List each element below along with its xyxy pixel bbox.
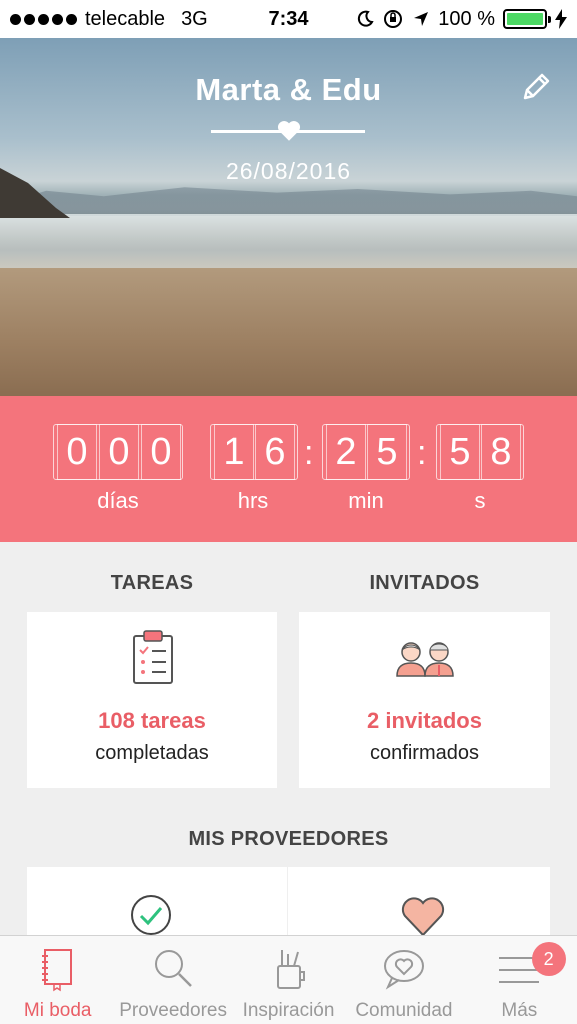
wedding-date: 26/08/2016	[225, 158, 352, 184]
days-digit: 0	[99, 424, 139, 480]
pencil-cup-icon	[276, 950, 305, 989]
heart-icon	[401, 897, 445, 935]
notification-badge: 2	[531, 942, 566, 976]
seconds-label: s	[474, 488, 486, 513]
tasks-status: completadas	[95, 742, 209, 764]
minutes-digit: 5	[367, 424, 407, 480]
colon-separator: :	[417, 434, 427, 472]
days-digit: 0	[57, 424, 97, 480]
hours-digit: 6	[255, 424, 295, 480]
minutes-label: min	[348, 488, 384, 513]
days-digit: 0	[141, 424, 181, 480]
vendors-booked-card[interactable]	[27, 867, 287, 935]
tab-label: Comunidad	[355, 1000, 453, 1021]
photo-sea	[0, 214, 577, 274]
tab-label: Mi boda	[23, 1000, 92, 1021]
hero-cover-photo: Marta & Edu 26/08/2016	[0, 38, 577, 396]
guests-couple-icon	[396, 642, 454, 677]
check-circle-icon	[131, 895, 171, 935]
network-type: 3G	[181, 7, 208, 30]
vendors-favorites-card[interactable]	[288, 867, 550, 935]
charging-bolt-icon	[555, 9, 567, 29]
tab-bar: Mi boda Proveedores Inspiración Comunida…	[0, 935, 577, 1024]
guests-count: 2 invitados	[367, 708, 482, 733]
clipboard-checklist-icon	[133, 630, 173, 684]
moon-icon	[358, 10, 374, 27]
photo-hills	[0, 187, 577, 216]
status-left: telecable 3G	[10, 8, 208, 31]
tab-comunidad[interactable]: Comunidad	[346, 936, 461, 1024]
carrier-name: telecable	[85, 7, 166, 30]
signal-strength-icon	[10, 13, 77, 25]
minutes-digit: 2	[326, 424, 366, 480]
colon-separator: :	[304, 434, 314, 472]
location-arrow-icon	[414, 12, 429, 26]
couple-names: Marta & Edu	[195, 72, 382, 107]
tab-proveedores[interactable]: Proveedores	[115, 936, 230, 1024]
tasks-card[interactable]: 108 tareas completadas	[27, 612, 277, 788]
tab-inspiracion[interactable]: Inspiración	[231, 936, 346, 1024]
rotation-lock-icon	[384, 10, 403, 28]
battery-percentage: 100 %	[438, 7, 495, 30]
chat-heart-icon	[383, 950, 424, 990]
battery-icon	[503, 9, 551, 29]
photo-sand	[0, 268, 577, 396]
tab-label: Inspiración	[242, 1000, 335, 1021]
tab-label: Más	[501, 1000, 538, 1021]
hours-label: hrs	[237, 488, 269, 513]
heart-icon	[277, 121, 301, 141]
tab-mi-boda[interactable]: Mi boda	[0, 936, 115, 1024]
status-bar: telecable 3G 7:34 100 %	[0, 0, 577, 38]
countdown: 0 0 0 días 1 6 hrs : 2 5 min : 5 8 s	[0, 396, 577, 542]
search-icon	[155, 950, 192, 987]
edit-pencil-icon[interactable]	[519, 70, 553, 104]
hours-digit: 1	[214, 424, 254, 480]
status-right: 100 %	[356, 8, 567, 31]
tab-label: Proveedores	[119, 1000, 227, 1021]
guests-status: confirmados	[370, 742, 479, 764]
notebook-icon	[41, 949, 72, 992]
guests-card[interactable]: 2 invitados confirmados	[299, 612, 550, 788]
seconds-digit: 5	[440, 424, 480, 480]
vendors-heading: MIS PROVEEDORES	[188, 828, 389, 850]
tab-mas[interactable]: 2 Más	[462, 936, 577, 1024]
tasks-heading: TAREAS	[110, 572, 194, 594]
seconds-digit: 8	[481, 424, 521, 480]
days-label: días	[97, 488, 139, 513]
tasks-count: 108 tareas	[98, 708, 206, 733]
guests-heading: INVITADOS	[369, 572, 480, 594]
